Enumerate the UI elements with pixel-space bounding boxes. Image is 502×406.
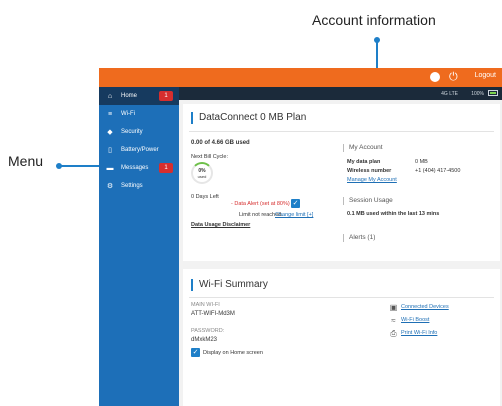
wifi-icon: ≡ xyxy=(107,110,113,118)
display-home-checkbox[interactable]: ✓ xyxy=(191,348,200,357)
usage-gauge: 0% used xyxy=(191,162,213,184)
sidebar-item-label: Battery/Power xyxy=(121,147,159,153)
data-alert-checkbox[interactable]: ✓ xyxy=(291,199,300,208)
sidebar-item-label: Settings xyxy=(121,183,143,189)
sidebar-item-home[interactable]: ⌂ Home 1 xyxy=(99,87,179,105)
sidebar-item-security[interactable]: ◆ Security xyxy=(99,123,179,141)
messages-badge: 1 xyxy=(159,163,173,173)
print-wifi-info-link[interactable]: Print Wi-Fi Info xyxy=(401,330,437,336)
sidebar-item-battery[interactable]: ▯ Battery/Power xyxy=(99,141,179,159)
battery-level-icon xyxy=(488,90,498,96)
app-window: ⏻ Logout ⌂ Home 1 ≡ Wi-Fi ◆ Security ▯ B… xyxy=(99,68,502,406)
sidebar-item-settings[interactable]: ⚙ Settings xyxy=(99,177,179,195)
my-account-title: My Account xyxy=(343,144,383,152)
gauge-sub: used xyxy=(197,174,207,179)
change-limit-link[interactable]: Change limit [+] xyxy=(275,212,313,218)
connected-devices-link[interactable]: Connected Devices xyxy=(401,304,449,310)
gear-icon: ⚙ xyxy=(106,183,114,190)
session-usage-title: Session Usage xyxy=(343,197,393,205)
battery-status: 100% xyxy=(471,91,484,97)
next-bill-label: Next Bill Cycle: xyxy=(191,154,228,160)
print-icon: ⎙ xyxy=(390,329,397,338)
data-plan-value: 0 MB xyxy=(415,159,428,165)
data-used: 0.00 of 4.66 GB used xyxy=(191,140,250,146)
plan-title: DataConnect 0 MB Plan xyxy=(191,112,306,124)
logout-link[interactable]: Logout xyxy=(475,72,496,79)
wifi-boost-icon: ≈ xyxy=(391,316,396,325)
sidebar-item-label: Messages xyxy=(121,165,149,171)
wifi-divider xyxy=(189,297,494,298)
data-plan-label: My data plan xyxy=(347,159,381,165)
status-bar: 4G LTE 100% xyxy=(179,87,502,100)
menu-callout: Menu xyxy=(8,153,44,169)
home-badge: 1 xyxy=(159,91,173,101)
home-icon: ⌂ xyxy=(107,92,113,100)
top-bar: ⏻ Logout xyxy=(99,68,502,87)
sidebar-item-messages[interactable]: ▬ Messages 1 xyxy=(99,159,179,177)
main-wifi-label: MAIN WI-FI xyxy=(191,302,220,308)
sidebar-menu: ⌂ Home 1 ≡ Wi-Fi ◆ Security ▯ Battery/Po… xyxy=(99,87,179,406)
data-usage-disclaimer-link[interactable]: Data Usage Disclaimer xyxy=(191,222,250,228)
plan-divider xyxy=(189,131,494,132)
session-usage-text: 0.1 MB used within the last 13 mins xyxy=(347,211,440,217)
sidebar-item-label: Security xyxy=(121,129,143,135)
message-icon: ▬ xyxy=(106,164,114,172)
wireless-number-value: +1 (404) 417-4500 xyxy=(415,168,461,174)
signal-status: 4G LTE xyxy=(441,91,458,97)
wifi-boost-link[interactable]: Wi-Fi Boost xyxy=(401,317,429,323)
wireless-number-label: Wireless number xyxy=(347,168,392,174)
wifi-summary-title: Wi-Fi Summary xyxy=(191,279,268,291)
account-information-callout: Account information xyxy=(312,12,436,28)
sidebar-item-label: Wi-Fi xyxy=(121,111,135,117)
wifi-summary-card: Wi-Fi Summary MAIN WI-FI ATT-WIFI-Md3M P… xyxy=(183,269,500,406)
data-alert-text: - Data Alert (set at 80%) xyxy=(231,201,290,207)
shield-icon: ◆ xyxy=(107,129,113,136)
power-icon[interactable]: ⏻ xyxy=(449,71,462,84)
password-label: PASSWORD: xyxy=(191,328,225,334)
manage-account-link[interactable]: Manage My Account xyxy=(347,177,397,183)
alerts-title[interactable]: Alerts (1) xyxy=(343,234,375,242)
battery-icon: ▯ xyxy=(108,147,112,154)
days-left: 0 Days Left xyxy=(191,194,219,200)
main-wifi-value: ATT-WIFI-Md3M xyxy=(191,311,235,317)
sidebar-item-wifi[interactable]: ≡ Wi-Fi xyxy=(99,105,179,123)
sidebar-item-label: Home xyxy=(121,93,138,99)
profile-icon[interactable] xyxy=(430,72,440,82)
password-value: dMxkM23 xyxy=(191,337,218,343)
plan-card: DataConnect 0 MB Plan 0.00 of 4.66 GB us… xyxy=(183,104,500,261)
connected-devices-icon: ▣ xyxy=(389,303,398,312)
display-home-label: Display on Home screen xyxy=(203,350,263,356)
